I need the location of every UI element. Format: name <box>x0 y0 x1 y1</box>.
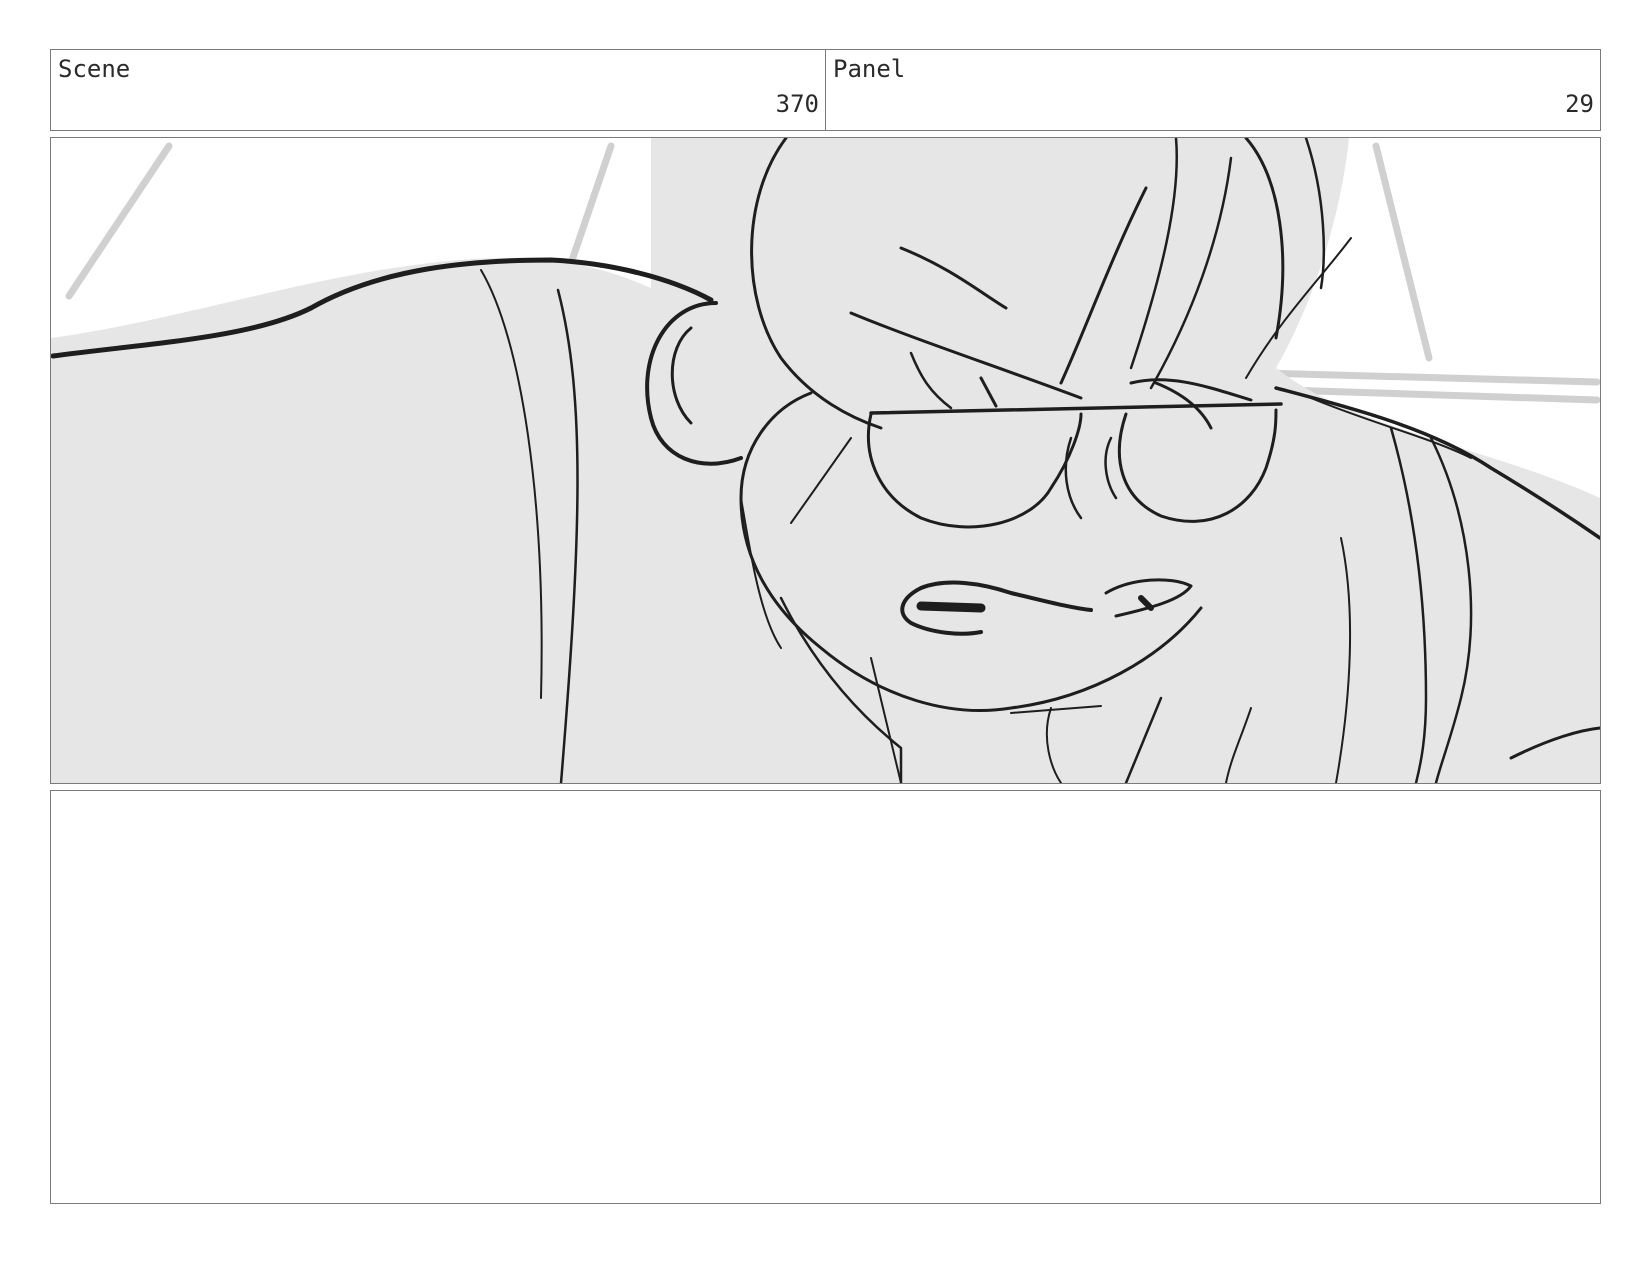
panel-header: Scene 370 Panel 29 <box>50 49 1601 131</box>
notes-box[interactable] <box>50 790 1601 1204</box>
sketch-drawing <box>51 138 1600 783</box>
scene-label: Scene <box>58 55 131 83</box>
panel-cell: Panel 29 <box>825 50 1600 130</box>
scene-number: 370 <box>775 90 819 118</box>
panel-label: Panel <box>833 55 906 83</box>
scene-cell: Scene 370 <box>51 50 825 130</box>
panel-number: 29 <box>1565 90 1594 118</box>
tone-fill <box>51 138 1600 783</box>
storyboard-frame <box>50 137 1601 784</box>
